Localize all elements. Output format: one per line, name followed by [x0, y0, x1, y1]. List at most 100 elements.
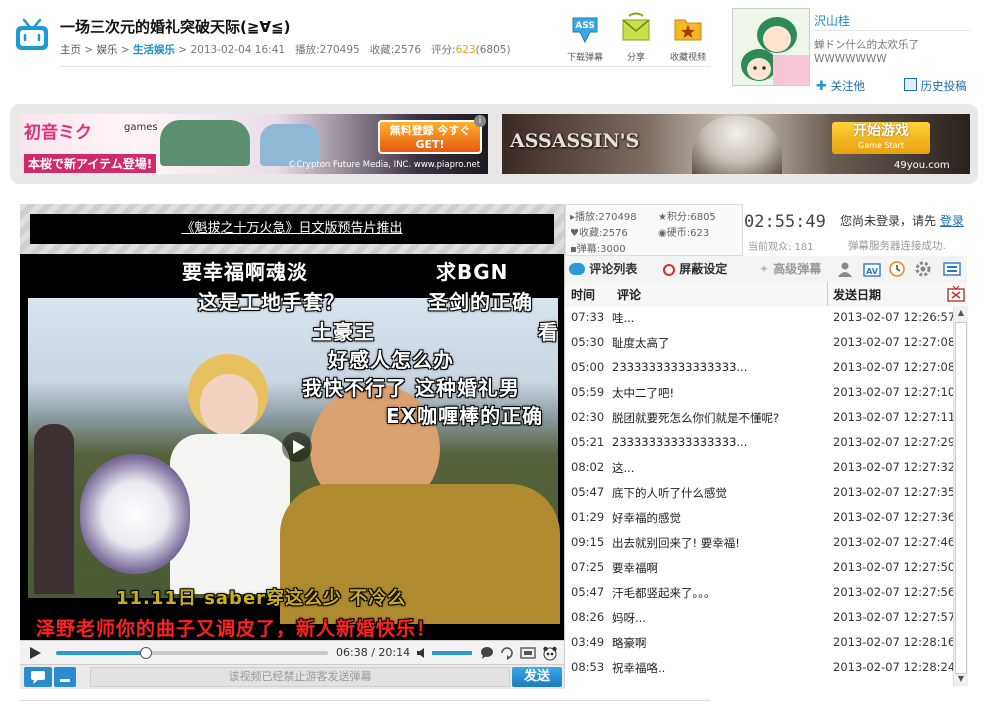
play-icon[interactable] [28, 646, 42, 660]
ad-banner-assassins[interactable]: ASSASSIN'S 开始游戏 Game Start 49you.com [502, 114, 970, 174]
ad-miku-copyright: ©Crypton Future Media, INC. www.piapro.n… [288, 160, 481, 170]
comment-list-scrollbar[interactable]: ▲ ▼ [953, 306, 968, 686]
share-button[interactable]: 分享 [612, 12, 660, 63]
tab-block-settings[interactable]: 屏蔽设定 [663, 256, 727, 282]
history-icon [904, 78, 917, 91]
table-row[interactable]: 08:53 祝幸福咯.. 2013-02-07 12:28:24 [565, 656, 953, 681]
stat-score-value: 6805 [690, 212, 716, 223]
player-notice-text[interactable]: 《魁拔之十万火急》日文版预告片推出 [181, 221, 402, 236]
comment-date: 2013-02-07 12:27:35 [833, 485, 953, 499]
comment-date: 2013-02-07 12:27:36 [833, 510, 953, 524]
breadcrumb-section[interactable]: 娱乐 [96, 44, 117, 56]
stat-plays-value: 270498 [598, 212, 637, 223]
uploader-name[interactable]: 沢山桂 [814, 12, 850, 29]
table-row[interactable]: 09:15 出去就别回来了! 要幸福! 2013-02-07 12:27:46 [565, 531, 953, 556]
loop-icon[interactable] [500, 646, 514, 660]
user-icon[interactable] [837, 261, 853, 277]
table-row[interactable]: 05:59 太中二了吧! 2013-02-07 12:27:10 [565, 381, 953, 406]
tab-advanced-danmaku[interactable]: ✦ 高级弹幕 [759, 256, 821, 282]
list-view-icon[interactable] [943, 261, 961, 277]
av-icon[interactable]: AV [863, 261, 881, 277]
history-uploads-button[interactable]: 历史投稿 [904, 78, 967, 94]
ad-start-game-button[interactable]: 开始游戏 Game Start [832, 122, 930, 154]
scroll-up-icon[interactable]: ▲ [956, 308, 966, 318]
uploader-signature: 蝉ドン什么的太欢乐了WWWWWWW [814, 39, 919, 65]
comment-date: 2013-02-07 12:27:57 [833, 610, 953, 624]
table-row[interactable]: 05:47 汗毛都竖起来了。。。 2013-02-07 12:27:56 [565, 581, 953, 606]
player-notice[interactable]: 《魁拔之十万火急》日文版预告片推出 [30, 214, 554, 244]
table-row[interactable]: 05:47 底下的人听了什么感觉 2013-02-07 12:27:35 [565, 481, 953, 506]
table-row[interactable]: 01:29 好幸福的感觉 2013-02-07 12:27:36 [565, 506, 953, 531]
send-danmaku-button[interactable]: 发送 [512, 667, 562, 687]
time-total: 20:14 [378, 646, 411, 659]
favorite-folder-icon [674, 19, 702, 41]
danmaku-style-button[interactable] [24, 667, 52, 687]
play-overlay-icon[interactable] [282, 432, 312, 462]
volume-icon[interactable] [416, 646, 430, 660]
widescreen-icon[interactable] [520, 646, 536, 660]
danmaku-comment: 土豪王 [312, 320, 375, 344]
favorite-video-label: 收藏视频 [669, 53, 706, 63]
follow-button[interactable]: ✚ 关注他 [816, 78, 865, 94]
clock-icon[interactable] [889, 261, 905, 277]
site-logo-icon[interactable] [14, 18, 50, 52]
fullscreen-panda-icon[interactable] [542, 645, 558, 661]
ad-banner-miku[interactable]: 初音ミク games 本桜で新アイテム登場! 無料登録 今すぐGET! ©Cry… [20, 114, 488, 174]
breadcrumb-home[interactable]: 主页 [60, 44, 81, 56]
gear-icon[interactable] [915, 261, 931, 277]
ad-character-figure [160, 120, 250, 166]
comment-date: 2013-02-07 12:26:57 [833, 310, 953, 324]
table-row[interactable]: 05:21 23333333333333333... 2013-02-07 12:2… [565, 431, 953, 456]
tv-close-icon[interactable] [947, 285, 965, 303]
comment-time: 01:29 [571, 510, 605, 524]
scroll-thumb[interactable] [955, 322, 967, 674]
favorite-video-button[interactable]: 收藏视频 [664, 12, 712, 63]
stat-coins-value: 623 [690, 228, 710, 239]
time-current: 06:38 [336, 646, 368, 659]
video-frame[interactable]: 要幸福啊魂淡 求BGN 这是工地手套？ 圣剑的正确 土豪王 看 好感人怎么办 我… [20, 254, 565, 640]
danmaku-input[interactable]: 该视频已经禁止游客发送弹幕 [90, 667, 510, 687]
progress-bar[interactable] [56, 647, 328, 659]
danmaku-mode-button[interactable] [54, 667, 76, 687]
comment-date: 2013-02-07 12:27:10 [833, 385, 953, 399]
ad-start-game-sub: Game Start [858, 141, 904, 150]
login-prompt: 您尚未登录，请先 登录 [840, 212, 964, 229]
stat-favorites-value: 2576 [602, 228, 628, 239]
login-link[interactable]: 登录 [940, 214, 964, 228]
clock-display: 02:55:49 [744, 212, 826, 232]
comment-time: 05:21 [571, 435, 605, 449]
ad-miku-cta-button[interactable]: 無料登録 今すぐGET! [378, 120, 482, 154]
progress-handle[interactable] [139, 647, 152, 659]
header-comment[interactable]: 评论 [617, 286, 641, 303]
comment-bubble-icon [569, 263, 585, 275]
tab-comments-label: 评论列表 [589, 262, 638, 276]
table-row[interactable]: 07:33 哇... 2013-02-07 12:26:57 [565, 306, 953, 331]
danmaku-toggle-icon[interactable] [480, 646, 494, 660]
comment-text: 妈呀... [612, 611, 646, 625]
breadcrumb-category[interactable]: 生活娱乐 [133, 44, 175, 56]
table-row[interactable]: 02:30 脱团就要死怎么你们就是不懂呢? 2013-02-07 12:27:11 [565, 406, 953, 431]
danmaku-comment: 这是工地手套？ [198, 290, 345, 314]
tab-comments[interactable]: 评论列表 [569, 256, 637, 282]
ad-miku-sub: games [124, 122, 158, 133]
ad-assassins-brand: ASSASSIN'S [510, 130, 640, 152]
table-row[interactable]: 08:02 这... 2013-02-07 12:27:32 [565, 456, 953, 481]
danmaku-comment: 11.11日 saber穿这么少 不冷么 [116, 588, 407, 609]
comment-text: 23333333333333333... [612, 435, 748, 449]
table-row[interactable]: 03:49 略豪啊 2013-02-07 12:28:16 [565, 631, 953, 656]
table-row[interactable]: 07:25 要幸福啊 2013-02-07 12:27:50 [565, 556, 953, 581]
volume-slider[interactable] [432, 651, 472, 655]
comment-date: 2013-02-07 12:27:11 [833, 410, 953, 424]
avatar[interactable] [732, 8, 810, 86]
download-danmaku-icon: ASS [572, 17, 598, 44]
table-row[interactable]: 05:30 耻度太高了 2013-02-07 12:27:08 [565, 331, 953, 356]
header-date[interactable]: 发送日期 [833, 286, 881, 303]
header-time[interactable]: 时间 [571, 286, 595, 303]
ad-info-icon[interactable]: i [474, 115, 486, 127]
table-row[interactable]: 08:26 妈呀... 2013-02-07 12:27:57 [565, 606, 953, 631]
scroll-down-icon[interactable]: ▼ [956, 674, 966, 684]
download-danmaku-button[interactable]: ASS 下载弹幕 [561, 12, 609, 63]
table-row[interactable]: 05:00 23333333333333333... 2013-02-07 12:2… [565, 356, 953, 381]
comment-table-header: 时间 评论 发送日期 [565, 282, 967, 307]
comment-date: 2013-02-07 12:27:29 [833, 435, 953, 449]
